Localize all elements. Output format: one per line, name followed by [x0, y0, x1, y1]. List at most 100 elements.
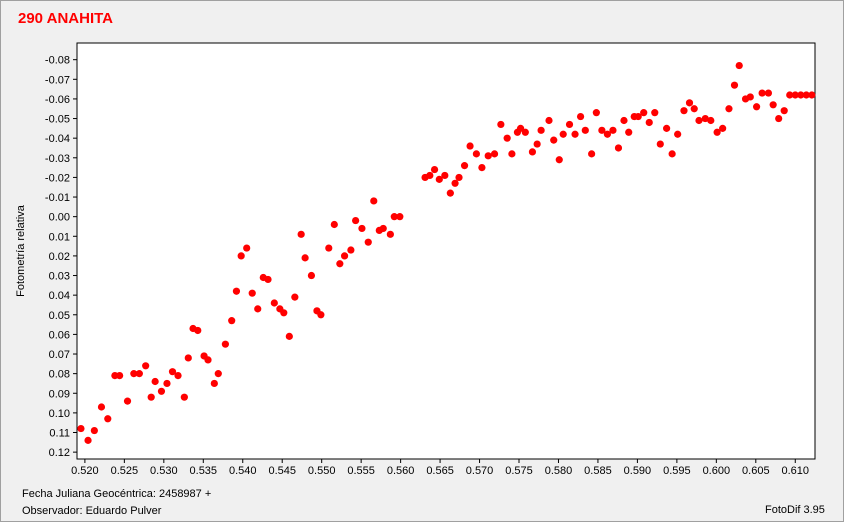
data-point — [426, 171, 434, 180]
data-point — [97, 403, 106, 411]
data-point — [752, 103, 761, 111]
data-point — [588, 150, 596, 158]
data-point — [685, 99, 694, 107]
data-point — [248, 289, 256, 297]
data-point — [503, 134, 511, 142]
data-point — [77, 424, 85, 433]
x-tick-label: 0.595 — [663, 465, 691, 477]
x-tick-label: 0.535 — [190, 465, 218, 477]
data-point — [497, 120, 505, 129]
x-tick-label: 0.590 — [624, 465, 652, 477]
data-point — [690, 105, 698, 113]
data-point — [243, 244, 251, 252]
y-tick-label: -0.08 — [45, 55, 70, 67]
data-point — [104, 415, 112, 423]
y-tick-label: -0.05 — [45, 114, 70, 126]
data-point — [184, 354, 192, 362]
y-tick-label: 0.12 — [49, 447, 70, 459]
data-point — [237, 252, 245, 260]
data-point — [472, 150, 480, 158]
data-point — [550, 136, 558, 144]
data-point — [576, 112, 585, 121]
x-tick-label: 0.580 — [545, 465, 573, 477]
data-point — [204, 356, 212, 364]
y-tick-label: 0.08 — [49, 369, 70, 381]
data-point — [214, 370, 222, 378]
data-point — [270, 299, 278, 307]
data-point — [746, 93, 754, 101]
data-point — [135, 370, 143, 378]
data-point — [780, 107, 788, 115]
data-point — [528, 148, 537, 156]
y-tick-label: 0.05 — [49, 310, 70, 322]
y-tick-label: 0.09 — [49, 388, 70, 400]
data-point — [668, 150, 676, 158]
data-point — [347, 246, 355, 254]
data-point — [775, 114, 783, 123]
x-tick-label: 0.570 — [466, 465, 494, 477]
data-point — [725, 105, 733, 113]
data-point — [264, 275, 272, 284]
data-point — [640, 109, 648, 117]
data-point — [478, 164, 486, 172]
data-point — [330, 220, 338, 229]
data-point — [460, 162, 469, 170]
data-point — [174, 372, 182, 380]
x-tick-label: 0.540 — [229, 465, 257, 477]
x-tick-label: 0.545 — [268, 465, 296, 477]
data-point — [484, 152, 492, 160]
data-point — [307, 271, 316, 280]
data-point — [441, 171, 449, 180]
data-point — [730, 81, 739, 89]
y-tick-label: 0.07 — [49, 349, 70, 361]
data-point — [194, 326, 202, 335]
y-tick-label: 0.10 — [49, 408, 70, 420]
x-axis-label: Fecha Juliana Geocéntrica: 2458987 + — [22, 488, 212, 500]
scatter-plot: -0.08 -0.07 -0.06 -0.05 -0.04 -0.03 -0.02 -0.01… — [15, 42, 816, 477]
data-point — [301, 254, 309, 262]
data-point — [695, 116, 703, 125]
data-point — [719, 124, 727, 132]
y-tick-label: -0.02 — [45, 172, 70, 184]
data-point — [521, 128, 529, 136]
data-point — [565, 120, 574, 129]
data-point — [157, 387, 166, 395]
data-point — [280, 309, 288, 317]
data-point — [537, 126, 545, 134]
data-point — [163, 379, 171, 388]
x-tick-label: 0.600 — [703, 465, 731, 477]
x-tick-label: 0.585 — [584, 465, 612, 477]
data-point — [680, 107, 688, 115]
y-tick-label: -0.06 — [45, 94, 70, 106]
y-tick-label: -0.04 — [45, 133, 70, 145]
data-point — [581, 126, 589, 134]
x-tick-label: 0.605 — [742, 465, 770, 477]
x-tick-label: 0.575 — [505, 465, 533, 477]
data-point — [151, 377, 159, 386]
data-point — [674, 130, 682, 138]
data-point — [545, 116, 553, 125]
data-point — [466, 142, 474, 150]
data-point — [352, 216, 360, 225]
x-tick-label: 0.525 — [111, 465, 139, 477]
data-point — [228, 317, 236, 325]
x-tick-label: 0.550 — [308, 465, 336, 477]
y-tick-label: 0.01 — [49, 231, 70, 243]
data-point — [210, 379, 218, 388]
data-point — [651, 109, 659, 117]
data-point — [508, 150, 516, 158]
data-point — [707, 116, 715, 125]
y-tick-label: 0.03 — [49, 271, 70, 283]
y-axis: -0.08 -0.07 -0.06 -0.05 -0.04 -0.03 -0.02 -0.01… — [45, 55, 77, 459]
x-tick-label: 0.610 — [782, 465, 810, 477]
data-point — [446, 189, 454, 197]
data-point — [571, 130, 579, 138]
data-point — [396, 213, 404, 221]
data-point — [645, 118, 653, 127]
y-tick-label: 0.00 — [49, 212, 70, 224]
data-point — [451, 179, 459, 187]
data-point — [592, 109, 600, 117]
data-point — [614, 144, 623, 152]
data-point — [430, 165, 439, 174]
data-point — [364, 238, 372, 246]
